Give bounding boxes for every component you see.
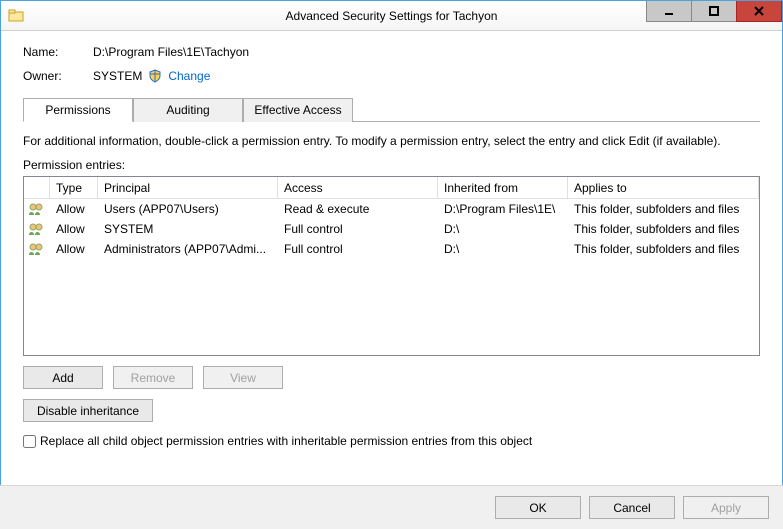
cell-access: Full control <box>278 240 438 258</box>
disable-inheritance-button[interactable]: Disable inheritance <box>23 399 153 422</box>
cell-inherited: D:\ <box>438 220 568 238</box>
remove-button: Remove <box>113 366 193 389</box>
cell-inherited: D:\ <box>438 240 568 258</box>
table-row[interactable]: AllowAdministrators (APP07\Admi...Full c… <box>24 239 759 259</box>
group-icon <box>24 242 50 256</box>
table-row[interactable]: AllowUsers (APP07\Users)Read & executeD:… <box>24 199 759 219</box>
col-access[interactable]: Access <box>278 177 438 198</box>
cell-principal: Administrators (APP07\Admi... <box>98 240 278 258</box>
cell-applies: This folder, subfolders and files <box>568 240 759 258</box>
panel-description: For additional information, double-click… <box>23 134 760 148</box>
entries-heading: Permission entries: <box>23 158 760 172</box>
col-applies[interactable]: Applies to <box>568 177 759 198</box>
cell-principal: Users (APP07\Users) <box>98 200 278 218</box>
list-header: Type Principal Access Inherited from App… <box>24 177 759 199</box>
close-button[interactable] <box>736 1 782 22</box>
name-value: D:\Program Files\1E\Tachyon <box>93 45 249 59</box>
shield-icon <box>148 69 162 83</box>
owner-value: SYSTEM <box>93 69 142 83</box>
replace-children-label: Replace all child object permission entr… <box>40 434 532 448</box>
table-row[interactable]: AllowSYSTEMFull controlD:\This folder, s… <box>24 219 759 239</box>
cancel-button[interactable]: Cancel <box>589 496 675 519</box>
change-owner-link[interactable]: Change <box>168 69 210 83</box>
cell-principal: SYSTEM <box>98 220 278 238</box>
replace-children-checkbox[interactable] <box>23 435 36 448</box>
cell-inherited: D:\Program Files\1E\ <box>438 200 568 218</box>
window-controls <box>647 1 782 30</box>
titlebar: Advanced Security Settings for Tachyon <box>1 1 782 31</box>
cell-type: Allow <box>50 200 98 218</box>
tab-permissions[interactable]: Permissions <box>23 98 133 122</box>
maximize-button[interactable] <box>691 1 737 22</box>
group-icon <box>24 202 50 216</box>
tab-effective-access[interactable]: Effective Access <box>243 98 353 122</box>
owner-label: Owner: <box>23 69 93 83</box>
apply-button: Apply <box>683 496 769 519</box>
tab-auditing[interactable]: Auditing <box>133 98 243 122</box>
col-icon[interactable] <box>24 177 50 198</box>
col-principal[interactable]: Principal <box>98 177 278 198</box>
name-row: Name: D:\Program Files\1E\Tachyon <box>23 45 760 59</box>
folder-icon <box>1 8 31 24</box>
col-inherited[interactable]: Inherited from <box>438 177 568 198</box>
ok-button[interactable]: OK <box>495 496 581 519</box>
owner-row: Owner: SYSTEM Change <box>23 69 760 83</box>
cell-applies: This folder, subfolders and files <box>568 200 759 218</box>
name-label: Name: <box>23 45 93 59</box>
permissions-panel: For additional information, double-click… <box>23 122 760 448</box>
cell-access: Read & execute <box>278 200 438 218</box>
group-icon <box>24 222 50 236</box>
minimize-button[interactable] <box>646 1 692 22</box>
tab-strip: Permissions Auditing Effective Access <box>23 97 760 122</box>
cell-type: Allow <box>50 240 98 258</box>
cell-type: Allow <box>50 220 98 238</box>
col-type[interactable]: Type <box>50 177 98 198</box>
cell-applies: This folder, subfolders and files <box>568 220 759 238</box>
cell-access: Full control <box>278 220 438 238</box>
add-button[interactable]: Add <box>23 366 103 389</box>
dialog-footer: OK Cancel Apply <box>0 485 783 529</box>
view-button: View <box>203 366 283 389</box>
permission-entries-list[interactable]: Type Principal Access Inherited from App… <box>23 176 760 356</box>
